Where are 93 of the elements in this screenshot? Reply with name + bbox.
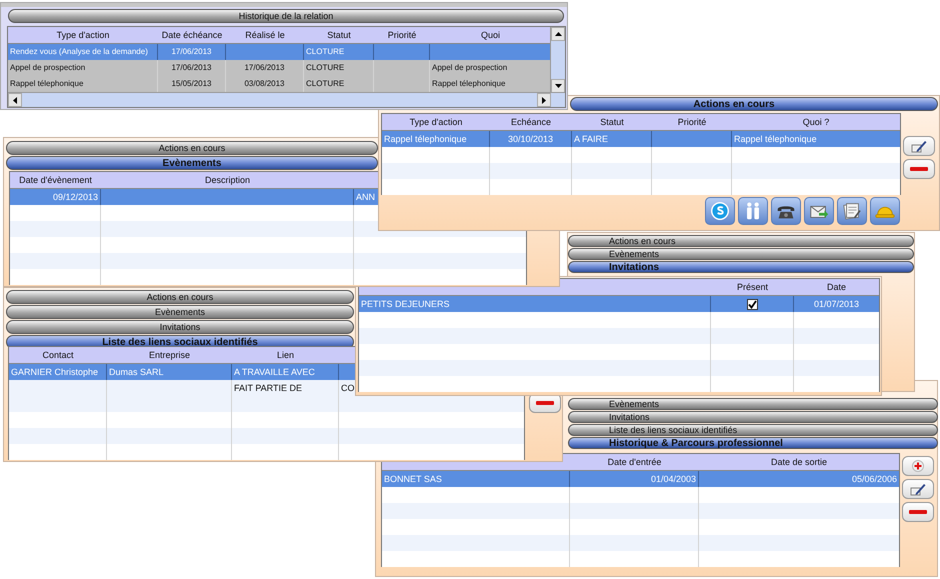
table-cell-text: 17/06/2013: [171, 46, 212, 58]
triangle-down-icon: [554, 84, 562, 88]
pencil-icon: [910, 482, 926, 496]
table-cell-text: Rappel télephonique: [10, 78, 84, 90]
column-header: Date d'évènement: [19, 174, 92, 187]
remove-button[interactable]: [903, 159, 935, 179]
column-header: Date échéance: [162, 29, 222, 42]
section-bar[interactable]: Evènements: [568, 248, 914, 260]
column-header: Statut: [327, 29, 351, 42]
minus-icon: [910, 167, 928, 171]
table-cell-text: Appel de prospection: [10, 62, 86, 74]
table-cell-text: Appel de prospection: [432, 62, 508, 74]
table-cell-text: ANN: [356, 191, 376, 204]
table-cell-text: Dumas SARL: [109, 366, 164, 379]
scroll-down-button[interactable]: [551, 79, 565, 93]
column-header: Statut: [600, 116, 624, 129]
table-row[interactable]: Appel de prospection 17/06/2013 17/06/2013 CLOTURE Appel de prospection: [8, 60, 551, 76]
column-header: Quoi: [480, 29, 500, 42]
table-row[interactable]: Rappel télephonique 15/05/2013 03/08/2013 CLOTURE Rappel télephonique: [8, 76, 551, 92]
minus-icon: [536, 401, 554, 405]
table-cell-text: 17/06/2013: [171, 62, 212, 74]
scroll-left-button[interactable]: [8, 93, 22, 107]
table-cell-text: A FAIRE: [574, 133, 608, 146]
table-cell-text: A TRAVAILLE AVEC: [234, 366, 315, 379]
column-header: Date d'entrée: [608, 456, 662, 469]
section-bar[interactable]: Evènements: [6, 156, 378, 170]
column-header: Type d'action: [410, 116, 462, 129]
column-header: Présent: [736, 281, 768, 294]
remove-button[interactable]: [902, 502, 934, 522]
table-cell-text: 01/04/2003: [650, 473, 696, 486]
table-cell-text: GARNIER Christophe: [11, 366, 98, 379]
section-bar[interactable]: Actions en cours: [6, 290, 354, 304]
table-cell-text: CLOTURE: [306, 62, 344, 74]
call-circle-icon: [709, 200, 731, 222]
section-bar[interactable]: Actions en cours: [568, 235, 914, 247]
section-bar[interactable]: Invitations: [568, 261, 914, 273]
table-cell-text: 15/05/2013: [171, 78, 212, 90]
column-header: Entreprise: [148, 349, 190, 362]
column-header: Type d'action: [56, 29, 110, 42]
table-cell-text: 17/06/2013: [244, 62, 285, 74]
column-header: Date de sortie: [770, 456, 828, 469]
column-header: Lien: [276, 349, 294, 362]
toolbar-button[interactable]: [771, 197, 801, 225]
column-header: Contact: [42, 349, 74, 362]
edit-button[interactable]: [902, 479, 934, 499]
toolbar-button[interactable]: [837, 197, 867, 225]
table-cell-text: 05/06/2006: [852, 473, 897, 486]
pencil-icon: [911, 139, 927, 153]
table-cell-text: BONNET SAS: [384, 473, 442, 486]
table-cell-text: Rendez vous (Analyse de la demande): [10, 46, 148, 58]
table-cell-text: CLOTURE: [306, 78, 344, 90]
section-bar[interactable]: Evènements: [568, 398, 938, 410]
table-cell-text: Rappel télephonique: [734, 133, 817, 146]
section-bar[interactable]: Actions en cours: [6, 141, 378, 155]
table-cell-text: 01/07/2013: [814, 298, 860, 311]
table-cell-text: Rappel télephonique: [384, 133, 467, 146]
document-icon: [841, 200, 863, 222]
triangle-up-icon: [554, 32, 562, 36]
section-bar[interactable]: Invitations: [568, 411, 938, 423]
panel-title-bar: Actions en cours: [570, 97, 938, 111]
toolbar-button[interactable]: [705, 197, 735, 225]
column-header: Echéance: [510, 116, 552, 129]
column-header: Réalisé le: [245, 29, 285, 42]
column-header: Description: [204, 174, 250, 187]
table-cell-text: PETITS DEJEUNERS: [361, 298, 450, 311]
scroll-up-button[interactable]: [551, 27, 565, 41]
triangle-right-icon: [542, 96, 546, 104]
edit-button[interactable]: [903, 136, 935, 156]
column-header: Priorité: [388, 29, 416, 42]
column-header: Quoi ?: [802, 116, 830, 129]
toolbar-button[interactable]: [804, 197, 834, 225]
table-cell-text: FAIT PARTIE DE: [234, 382, 302, 395]
table-cell-text: CLOTURE: [306, 46, 344, 58]
scroll-right-button[interactable]: [537, 93, 551, 107]
section-bar[interactable]: Liste des liens sociaux identifiés: [568, 424, 938, 436]
add-button[interactable]: [902, 456, 934, 476]
table-cell-text: 09/12/2013: [52, 191, 98, 204]
table-cell-text: Rappel télephonique: [432, 78, 506, 90]
table-cell-text: CO: [341, 382, 354, 395]
section-bar[interactable]: Historique & Parcours professionnel: [568, 437, 938, 449]
minus-icon: [909, 510, 927, 514]
column-header: Date: [826, 281, 846, 294]
table-cell-text: 03/08/2013: [244, 78, 285, 90]
plus-icon: [912, 460, 924, 472]
toolbar-button[interactable]: [738, 197, 768, 225]
table-cell-text: 30/10/2013: [508, 133, 554, 146]
checkbox[interactable]: [746, 299, 758, 310]
table-row[interactable]: FAIT PARTIE DE CO: [9, 380, 355, 396]
section-bar[interactable]: Evènements: [6, 305, 354, 319]
panel-title-bar: Historique de la relation: [8, 9, 564, 23]
section-bar[interactable]: Invitations: [6, 320, 354, 334]
column-header: Priorité: [678, 116, 706, 129]
triangle-left-icon: [13, 96, 17, 104]
